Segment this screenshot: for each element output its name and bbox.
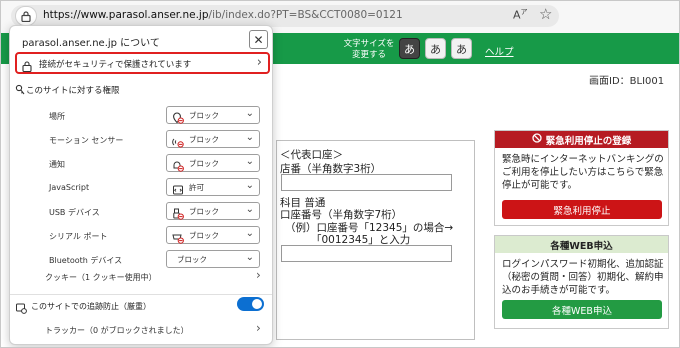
permission-select-notifications[interactable]: ブロック ⌄ (166, 154, 260, 172)
emergency-stop-description: 緊急時にインターネットバンキングのご利用を停止したい方はこちらで緊急停止が可能で… (502, 154, 664, 191)
javascript-icon (172, 181, 184, 200)
font-size-large-button[interactable]: あ (451, 38, 472, 59)
permission-select-usb[interactable]: ブロック ⌄ (166, 202, 260, 220)
permission-label-notifications: 通知 (49, 160, 65, 169)
close-icon[interactable]: ✕ (249, 30, 268, 49)
chevron-down-icon: ⌄ (245, 132, 254, 143)
star-icon[interactable]: ☆ (539, 5, 552, 23)
motion-sensor-blocked-icon (172, 133, 184, 152)
web-application-heading: 各種WEB申込 (495, 236, 668, 253)
lock-icon (22, 57, 32, 76)
web-application-button[interactable]: 各種WEB申込 (502, 300, 662, 319)
chevron-down-icon: ⌄ (245, 252, 254, 263)
read-aloud-icon[interactable]: Aア (513, 7, 528, 22)
toggle-knob (252, 299, 262, 309)
permission-select-bluetooth[interactable]: ブロック ⌄ (166, 250, 260, 268)
divider (10, 294, 272, 295)
font-size-medium-button[interactable]: あ (425, 38, 446, 59)
permissions-heading: このサイトに対する権限 (26, 86, 120, 96)
chevron-down-icon: ⌄ (245, 228, 254, 239)
permission-select-motion-sensor[interactable]: ブロック ⌄ (166, 130, 260, 148)
key-icon (15, 81, 25, 100)
notification-blocked-icon (172, 157, 184, 176)
chevron-right-icon: › (256, 55, 262, 70)
account-number-input[interactable] (281, 245, 452, 262)
popup-title: parasol.anser.ne.jp について (22, 38, 160, 49)
connection-secure-label: 接続がセキュリティで保護されています (39, 60, 192, 70)
usb-blocked-icon (172, 205, 184, 224)
url-text[interactable]: https://www.parasol.anser.ne.jp/ib/index… (43, 9, 403, 21)
tracking-prevention-label: このサイトでの追跡防止（厳重） (31, 302, 151, 311)
chevron-down-icon: ⌄ (245, 180, 254, 191)
permission-label-bluetooth: Bluetooth デバイス (49, 256, 123, 265)
web-application-description: ログインパスワード初期化、追加認証（秘密の質問・回答）初期化、解約申込のお手続き… (502, 259, 664, 296)
prohibited-icon (532, 133, 542, 146)
connection-secure-row[interactable]: 接続がセキュリティで保護されています › (15, 52, 270, 74)
emergency-stop-heading: 緊急利用停止の登録 (495, 131, 668, 148)
branch-input[interactable] (281, 174, 452, 191)
chevron-right-icon: › (256, 321, 261, 335)
account-heading: ＜代表口座＞ (280, 149, 343, 161)
chevron-down-icon: ⌄ (245, 108, 254, 119)
cookies-row[interactable]: クッキー（1 クッキー使用中） (45, 272, 157, 283)
font-size-label: 文字サイズを 変更する (343, 39, 395, 60)
font-size-small-button[interactable]: あ (399, 38, 420, 59)
lock-icon (21, 7, 31, 26)
location-blocked-icon (172, 109, 184, 128)
chevron-down-icon: ⌄ (245, 204, 254, 215)
permission-select-javascript[interactable]: 許可 ⌄ (166, 178, 260, 196)
trackers-row[interactable]: トラッカー（0 がブロックされました） (45, 325, 189, 336)
permission-select-location[interactable]: ブロック ⌄ (166, 106, 260, 124)
chevron-right-icon: › (256, 268, 261, 282)
emergency-stop-button[interactable]: 緊急利用停止 (502, 200, 662, 219)
permission-select-serial-port[interactable]: ブロック ⌄ (166, 226, 260, 244)
tracking-prevention-icon (16, 299, 27, 318)
permission-label-usb: USB デバイス (49, 208, 100, 217)
permission-label-motion-sensor: モーション センサー (49, 136, 124, 145)
permission-label-javascript: JavaScript (49, 183, 90, 192)
screen-id: 画面ID：BLI001 (589, 76, 665, 87)
chevron-down-icon: ⌄ (245, 156, 254, 167)
site-info-button[interactable] (15, 6, 37, 26)
tracking-prevention-toggle[interactable] (237, 297, 264, 311)
site-info-popup: parasol.anser.ne.jp について ✕ 接続がセキュリティで保護さ… (9, 25, 273, 345)
serial-port-blocked-icon (172, 229, 184, 248)
browser-window: https://www.parasol.anser.ne.jp/ib/index… (0, 0, 680, 348)
permission-label-location: 場所 (49, 112, 65, 121)
permission-label-serial-port: シリアル ポート (49, 232, 108, 241)
help-link[interactable]: ヘルプ (485, 44, 514, 58)
